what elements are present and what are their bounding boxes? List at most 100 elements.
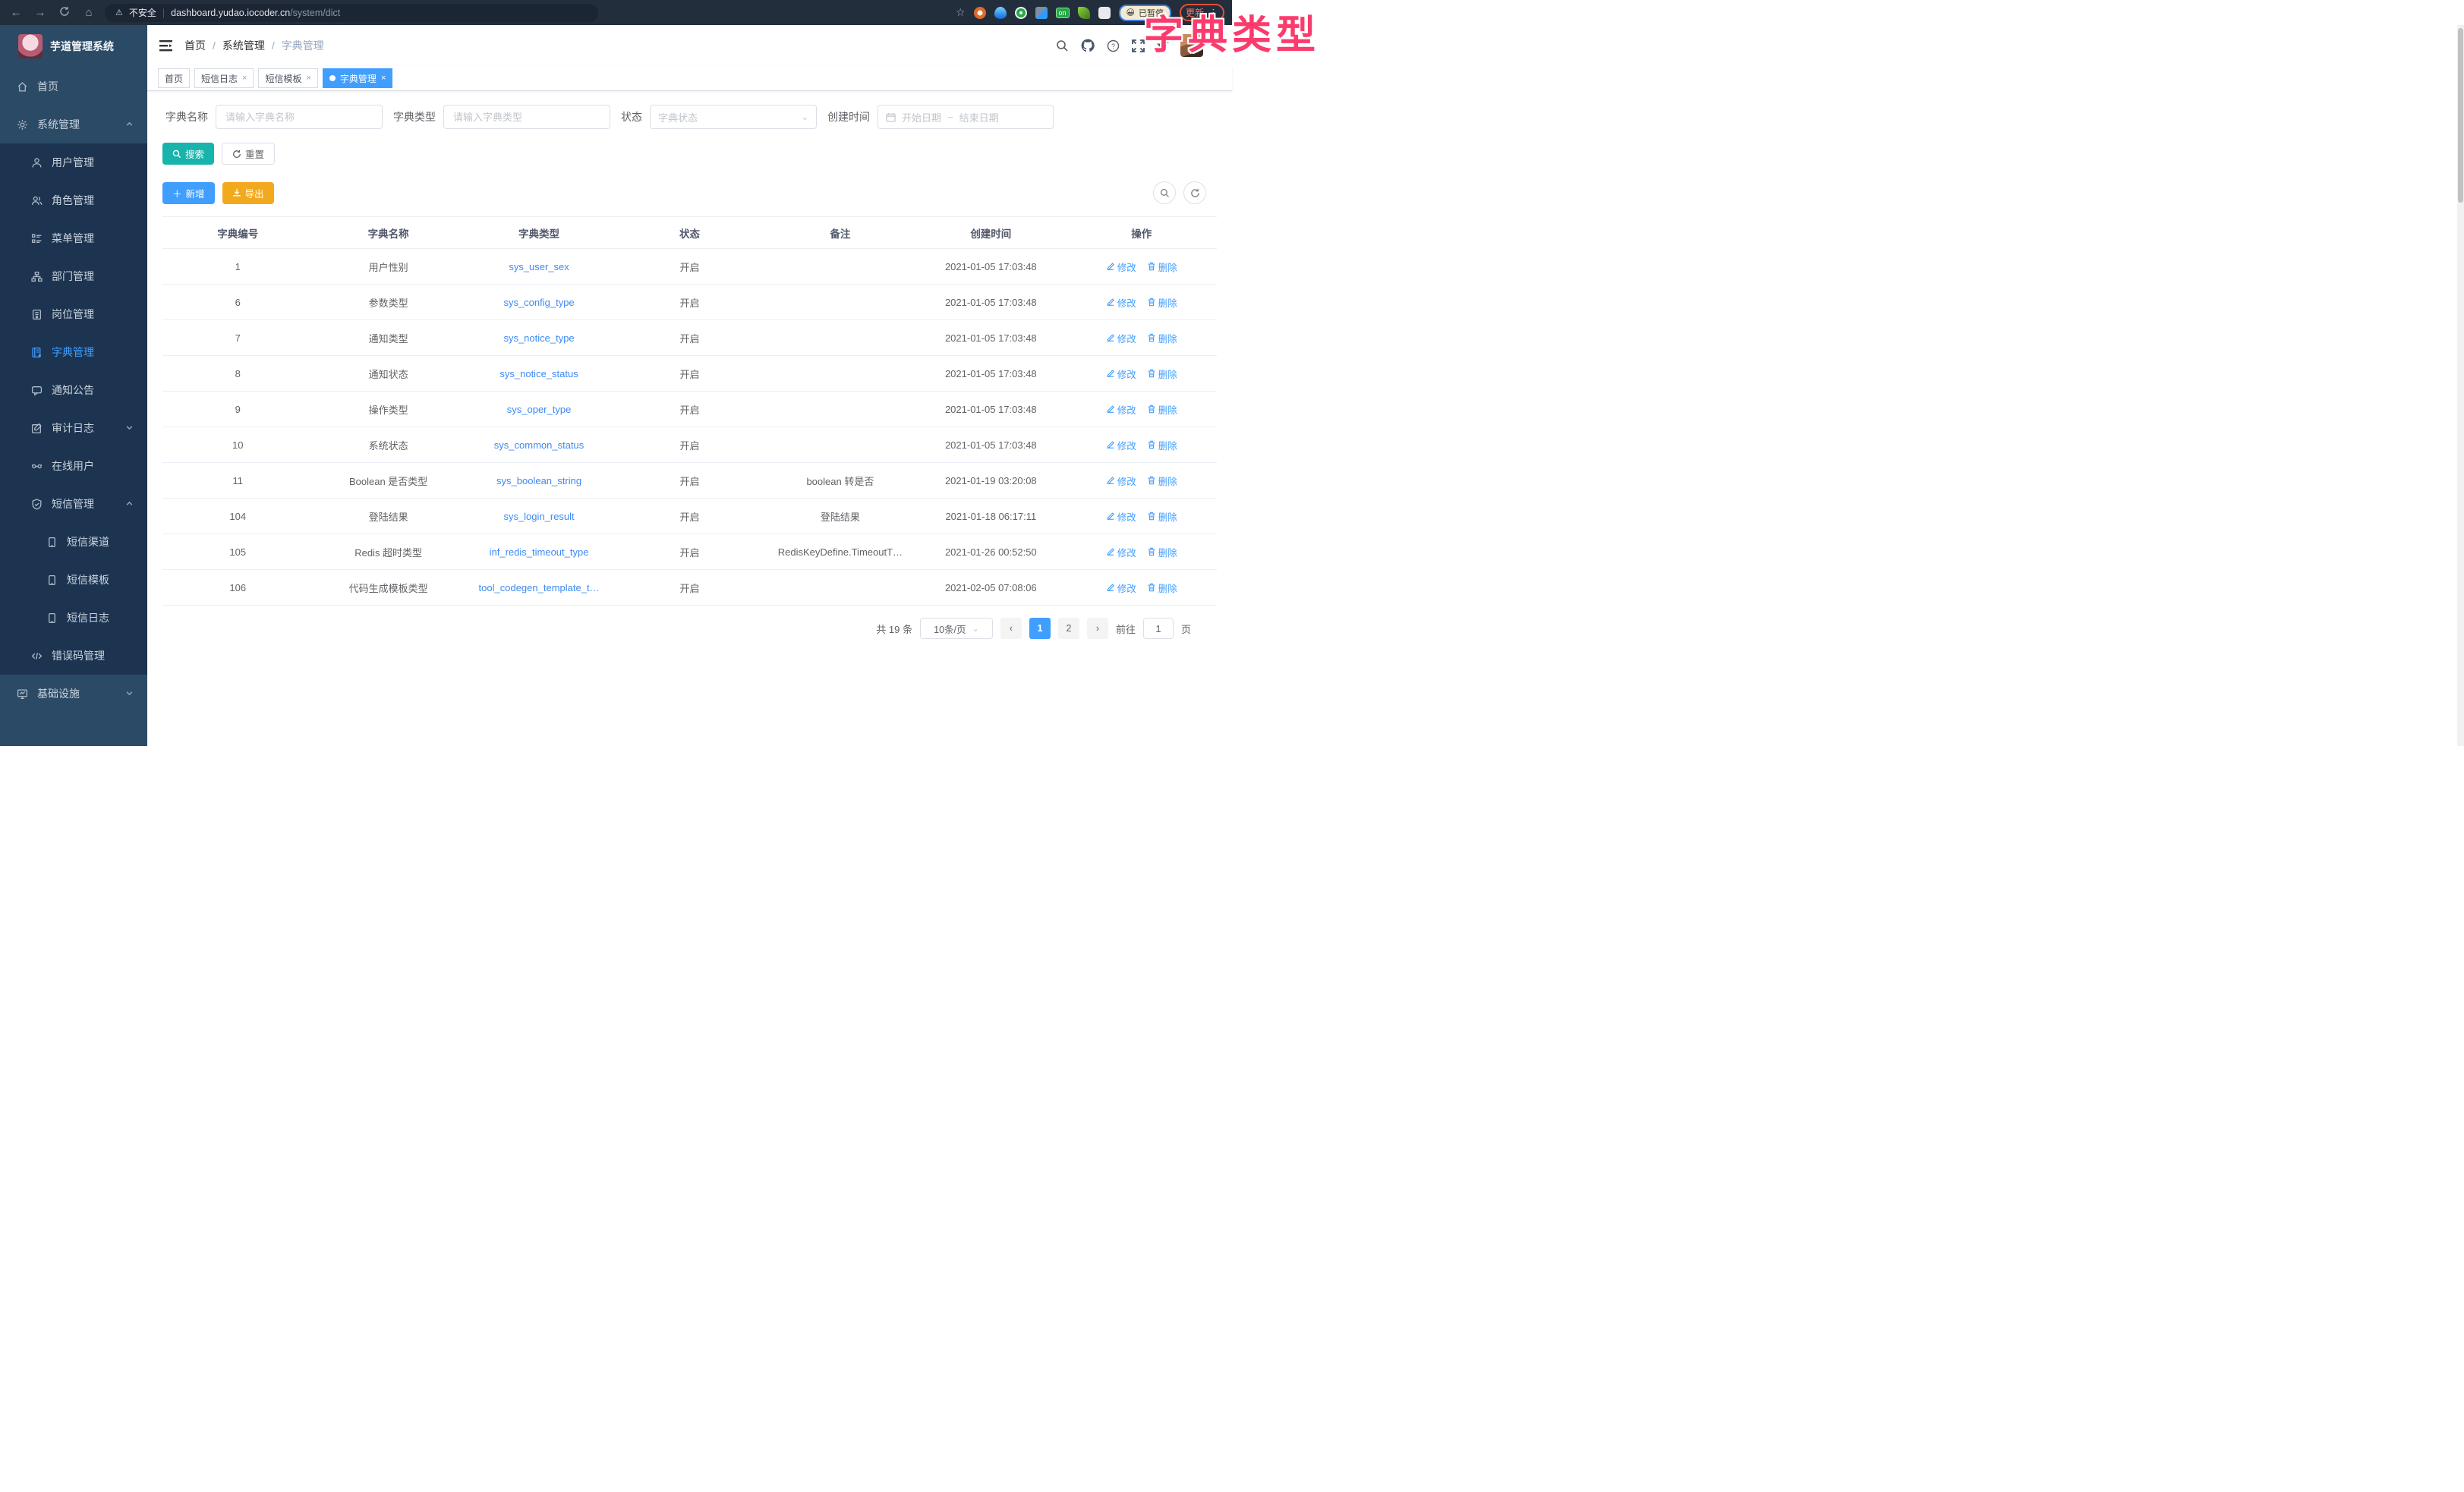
- dict-type-link[interactable]: sys_notice_type: [503, 332, 574, 344]
- edit-link[interactable]: 修改: [1106, 331, 1136, 345]
- kebab-menu-icon[interactable]: ⋮: [1208, 7, 1218, 19]
- reload-icon[interactable]: [56, 6, 73, 20]
- delete-link[interactable]: 删除: [1147, 438, 1177, 452]
- sidebar-item-14[interactable]: 短信日志: [0, 599, 147, 637]
- app-logo-row[interactable]: 芋道管理系统: [0, 25, 147, 68]
- prev-page-button[interactable]: ‹: [1000, 618, 1022, 639]
- dict-type-input[interactable]: [443, 105, 610, 129]
- tab-2[interactable]: 短信模板×: [258, 68, 317, 88]
- dict-type-link[interactable]: sys_oper_type: [507, 404, 572, 415]
- sidebar-item-1[interactable]: 系统管理: [0, 105, 147, 143]
- edit-link[interactable]: 修改: [1106, 509, 1136, 524]
- date-range-picker[interactable]: 开始日期 ~ 结束日期: [878, 105, 1054, 129]
- dict-type-link[interactable]: sys_user_sex: [509, 261, 569, 272]
- dict-type-link[interactable]: inf_redis_timeout_type: [490, 546, 589, 558]
- tab-3[interactable]: 字典管理×: [323, 68, 392, 88]
- dict-type-link[interactable]: sys_login_result: [503, 511, 574, 522]
- home-icon[interactable]: ⌂: [80, 6, 97, 19]
- page-button-2[interactable]: 2: [1058, 618, 1079, 639]
- edit-link[interactable]: 修改: [1106, 260, 1136, 274]
- adblock-extension-icon[interactable]: [974, 7, 986, 19]
- sidebar-item-15[interactable]: 错误码管理: [0, 637, 147, 675]
- add-button[interactable]: ＋新增: [162, 182, 215, 204]
- dict-type-link[interactable]: sys_boolean_string: [496, 475, 581, 486]
- search-button[interactable]: 搜索: [162, 143, 214, 165]
- sidebar-item-13[interactable]: 短信模板: [0, 561, 147, 599]
- sidebar-item-12[interactable]: 短信渠道: [0, 523, 147, 561]
- fullscreen-icon[interactable]: [1132, 39, 1145, 52]
- page-button-1[interactable]: 1: [1029, 618, 1051, 639]
- help-icon[interactable]: ?: [1107, 39, 1120, 52]
- paused-extension-badge[interactable]: 😀已暂停: [1119, 5, 1171, 21]
- status-select[interactable]: 字典状态 ⌄: [650, 105, 817, 129]
- address-bar[interactable]: ⚠ 不安全 | dashboard.yudao.iocoder.cn/syste…: [105, 4, 598, 22]
- search-icon[interactable]: [1056, 39, 1069, 52]
- next-page-button[interactable]: ›: [1087, 618, 1108, 639]
- tab-0[interactable]: 首页: [158, 68, 190, 88]
- goto-page-input[interactable]: [1143, 618, 1174, 639]
- delete-link[interactable]: 删除: [1147, 295, 1177, 310]
- caret-down-icon[interactable]: ▾: [1215, 41, 1220, 51]
- page-size-select[interactable]: 10条/页⌄: [920, 618, 993, 639]
- tab-1[interactable]: 短信日志×: [194, 68, 254, 88]
- tampermonkey-extension-icon[interactable]: on: [1056, 8, 1070, 18]
- dict-name-input[interactable]: [216, 105, 383, 129]
- delete-link[interactable]: 删除: [1147, 331, 1177, 345]
- leaf-extension-icon[interactable]: [1078, 7, 1090, 19]
- star-icon[interactable]: ☆: [956, 6, 966, 19]
- edit-link[interactable]: 修改: [1106, 581, 1136, 595]
- security-label[interactable]: 不安全: [129, 6, 156, 19]
- sidebar-item-8[interactable]: 通知公告: [0, 371, 147, 409]
- reset-button[interactable]: 重置: [222, 143, 275, 165]
- delete-link[interactable]: 删除: [1147, 509, 1177, 524]
- toggle-search-button[interactable]: [1153, 181, 1176, 204]
- edit-link[interactable]: 修改: [1106, 545, 1136, 559]
- sidebar-item-3[interactable]: 角色管理: [0, 181, 147, 219]
- breadcrumb-system[interactable]: 系统管理: [222, 38, 265, 53]
- sidebar-item-7[interactable]: 字典管理: [0, 333, 147, 371]
- dict-type-link[interactable]: sys_common_status: [494, 439, 584, 451]
- edit-link[interactable]: 修改: [1106, 367, 1136, 381]
- sidebar-item-11[interactable]: 短信管理: [0, 485, 147, 523]
- delete-link[interactable]: 删除: [1147, 402, 1177, 417]
- edit-link[interactable]: 修改: [1106, 402, 1136, 417]
- sidebar-item-4[interactable]: 菜单管理: [0, 219, 147, 257]
- drop-extension-icon[interactable]: [994, 7, 1007, 19]
- delete-link[interactable]: 删除: [1147, 474, 1177, 488]
- sidebar-item-5[interactable]: 部门管理: [0, 257, 147, 295]
- edit-link[interactable]: 修改: [1106, 474, 1136, 488]
- update-chip[interactable]: 更新 ⋮: [1180, 4, 1224, 21]
- delete-link[interactable]: 删除: [1147, 545, 1177, 559]
- close-icon[interactable]: ×: [242, 74, 247, 83]
- green-circle-extension-icon[interactable]: [1015, 7, 1027, 19]
- puzzle-extension-icon[interactable]: [1098, 7, 1111, 19]
- dict-type-link[interactable]: sys_config_type: [503, 297, 574, 308]
- delete-link[interactable]: 删除: [1147, 581, 1177, 595]
- dict-type-link[interactable]: tool_codegen_template_t…: [479, 582, 600, 593]
- refresh-table-button[interactable]: [1183, 181, 1206, 204]
- export-button[interactable]: 导出: [222, 182, 274, 204]
- sidebar-item-6[interactable]: 岗位管理: [0, 295, 147, 333]
- scrollbar-thumb[interactable]: [2458, 28, 2463, 203]
- github-icon[interactable]: [1081, 39, 1095, 52]
- back-icon[interactable]: ←: [8, 6, 24, 19]
- sidebar-item-0[interactable]: 首页: [0, 68, 147, 105]
- avatar[interactable]: [1180, 34, 1203, 57]
- forward-icon[interactable]: →: [32, 6, 49, 19]
- gem-extension-icon[interactable]: [1035, 7, 1048, 19]
- delete-link[interactable]: 删除: [1147, 260, 1177, 274]
- close-icon[interactable]: ×: [381, 74, 386, 83]
- delete-link[interactable]: 删除: [1147, 367, 1177, 381]
- sidebar-item-9[interactable]: 审计日志: [0, 409, 147, 447]
- sidebar-item-16[interactable]: 基础设施: [0, 675, 147, 713]
- breadcrumb-home[interactable]: 首页: [184, 38, 206, 53]
- edit-link[interactable]: 修改: [1106, 438, 1136, 452]
- sidebar-item-2[interactable]: 用户管理: [0, 143, 147, 181]
- dict-type-link[interactable]: sys_notice_status: [499, 368, 578, 379]
- font-size-icon[interactable]: тT: [1157, 39, 1168, 52]
- edit-link[interactable]: 修改: [1106, 295, 1136, 310]
- page-scrollbar[interactable]: [2457, 25, 2464, 746]
- update-label[interactable]: 更新: [1186, 6, 1204, 19]
- hamburger-icon[interactable]: [159, 40, 172, 52]
- sidebar-item-10[interactable]: 在线用户: [0, 447, 147, 485]
